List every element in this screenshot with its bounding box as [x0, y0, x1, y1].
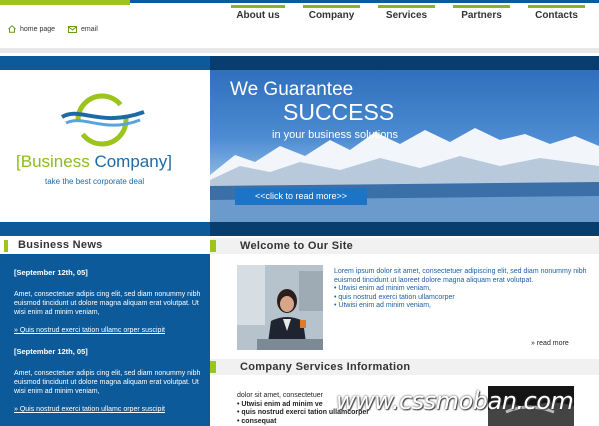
welcome-header: Welcome to Our Site: [210, 238, 599, 254]
welcome-text: Lorem ipsum dolor sit amet, consectetuer…: [334, 268, 592, 311]
main-nav: About us Company Services Partners Conta…: [222, 5, 594, 25]
blue-band-top: [0, 56, 599, 70]
watermark: www.cssmoban.com: [336, 387, 574, 415]
news-text: Amet, consectetuer adipis cing elit, sed…: [14, 370, 201, 395]
list-item: • Utwisi enim ad minim veniam,: [334, 285, 431, 292]
welcome-title: Welcome to Our Site: [240, 240, 354, 252]
business-news-title: Business News: [18, 239, 103, 251]
bracket-close: ]: [167, 152, 172, 171]
news-item: [September 12th, 05] Amet, consectetuer …: [14, 347, 204, 414]
hero-heading: We Guarantee: [230, 79, 354, 100]
email-link[interactable]: email: [68, 25, 98, 33]
top-gray-strip: [0, 48, 599, 53]
top-bar: About us Company Services Partners Conta…: [0, 0, 599, 53]
list-item: • Utwisi enim ad minim veniam,: [334, 302, 431, 309]
list-item: • quis nostrud exerci tation ullamcorper: [334, 293, 455, 301]
news-link[interactable]: » Quis nostrud exerci tation ullamc orpe…: [14, 326, 204, 335]
company-name-part1: Business: [20, 152, 90, 171]
nav-contacts[interactable]: Contacts: [519, 5, 594, 25]
blue-band-middle: [0, 222, 599, 236]
businesswoman-illustration: [237, 265, 323, 350]
read-more-button[interactable]: <<click to read more>>: [235, 188, 367, 205]
nav-services[interactable]: Services: [369, 5, 444, 25]
news-text: Amet, consectetuer adipis cing elit, sed…: [14, 291, 201, 316]
welcome-bullet-list: • Utwisi enim ad minim veniam, • quis no…: [334, 285, 592, 311]
nav-company[interactable]: Company: [294, 5, 369, 25]
email-icon: [68, 25, 78, 33]
read-more-link[interactable]: » read more: [531, 340, 569, 347]
home-page-label: home page: [20, 25, 56, 33]
top-links: home page email: [8, 25, 111, 33]
email-label: email: [81, 25, 98, 33]
nav-partners[interactable]: Partners: [444, 5, 519, 25]
hero-success: SUCCESS: [283, 99, 395, 125]
hero-banner: We Guarantee SUCCESS in your business so…: [210, 70, 599, 222]
business-news-panel: [September 12th, 05] Amet, consectetuer …: [0, 254, 210, 426]
news-item: [September 12th, 05] Amet, consectetuer …: [14, 268, 204, 335]
logo-area: [Business Company] take the best corpora…: [0, 70, 210, 222]
home-icon: [8, 25, 16, 33]
hero-subtitle: in your business solutions: [272, 129, 398, 141]
company-name: [Business Company]: [16, 152, 172, 172]
businesswoman-photo: [237, 265, 323, 350]
company-name-part2: Company: [89, 152, 168, 171]
welcome-paragraph: Lorem ipsum dolor sit amet, consectetuer…: [334, 268, 587, 284]
news-link[interactable]: » Quis nostrud exerci tation ullamc orpe…: [14, 405, 204, 414]
business-news-header: Business News: [0, 237, 210, 254]
services-title: Company Services Information: [240, 361, 411, 373]
top-green-stripe: [0, 0, 130, 5]
company-tagline: take the best corporate deal: [45, 177, 145, 186]
home-page-link[interactable]: home page: [8, 25, 55, 33]
company-logo-icon: [60, 93, 145, 147]
nav-about-us[interactable]: About us: [222, 5, 294, 25]
list-item: • consequat: [237, 417, 277, 425]
top-blue-stripe: [130, 0, 599, 3]
services-header: Company Services Information: [210, 359, 599, 375]
news-date: [September 12th, 05]: [14, 268, 88, 277]
news-date: [September 12th, 05]: [14, 347, 88, 356]
